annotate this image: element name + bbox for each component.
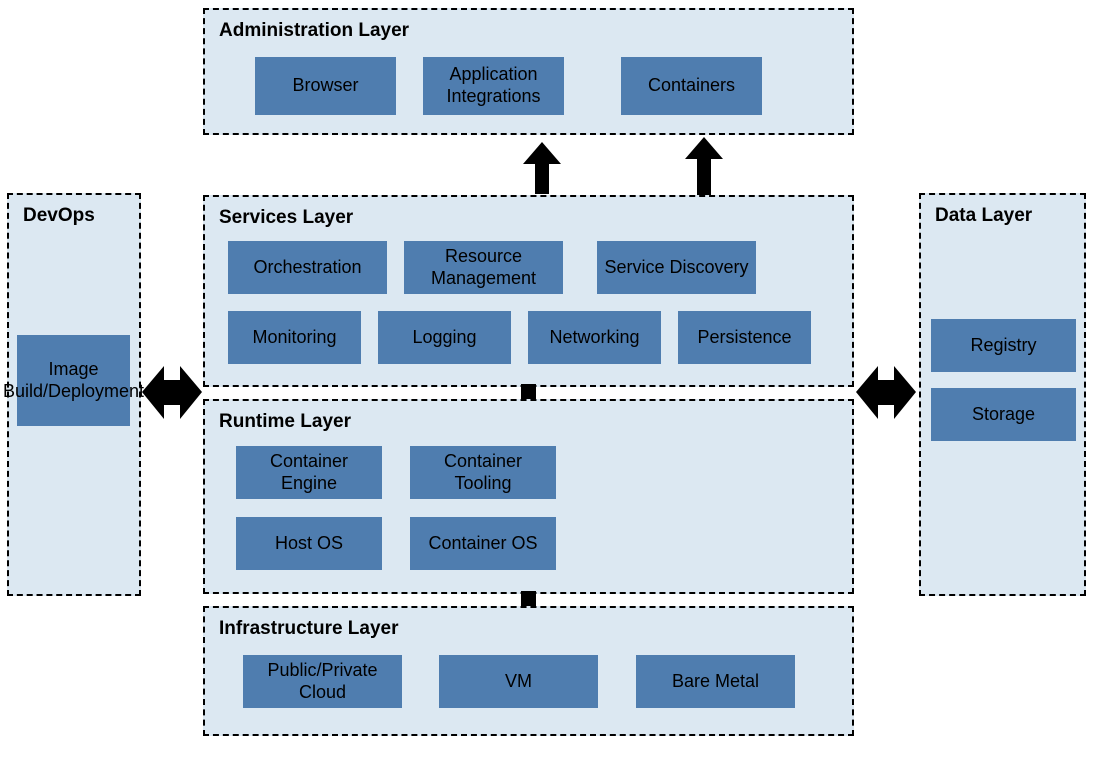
block-image-build-deployment: Image Build/Deployment [17,335,130,426]
block-registry: Registry [931,319,1076,372]
block-containers: Containers [621,57,762,115]
block-application-integrations: Application Integrations [423,57,564,115]
block-resource-management: Resource Management [404,241,563,294]
block-public-private-cloud: Public/Private Cloud [243,655,402,708]
block-container-tooling: Container Tooling [410,446,556,499]
block-container-os: Container OS [410,517,556,570]
administration-layer-title: Administration Layer [219,20,838,42]
data-layer-title: Data Layer [935,205,1070,227]
block-networking: Networking [528,311,661,364]
block-monitoring: Monitoring [228,311,361,364]
block-host-os: Host OS [236,517,382,570]
block-container-engine: Container Engine [236,446,382,499]
block-vm: VM [439,655,598,708]
devops-layer-title: DevOps [23,205,125,227]
block-bare-metal: Bare Metal [636,655,795,708]
infrastructure-layer-title: Infrastructure Layer [219,618,838,640]
double-horizontal-arrow-icon [856,360,916,425]
block-orchestration: Orchestration [228,241,387,294]
block-service-discovery: Service Discovery [597,241,756,294]
runtime-layer-title: Runtime Layer [219,411,838,433]
connector-square-icon [521,591,536,606]
block-persistence: Persistence [678,311,811,364]
block-logging: Logging [378,311,511,364]
block-browser: Browser [255,57,396,115]
double-horizontal-arrow-icon [142,360,202,425]
services-layer-title: Services Layer [219,207,838,229]
arrow-up-icon [521,142,563,194]
connector-square-icon [521,384,536,399]
block-storage: Storage [931,388,1076,441]
